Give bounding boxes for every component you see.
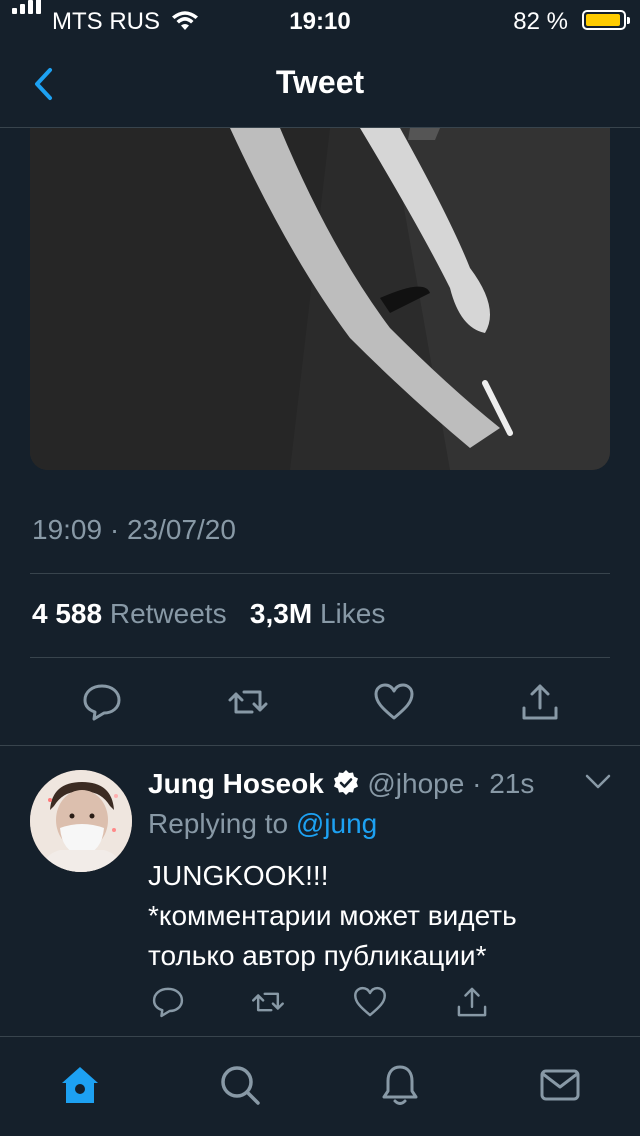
avatar[interactable] — [30, 770, 132, 872]
divider — [30, 573, 610, 574]
messages-icon[interactable] — [536, 1061, 584, 1109]
tweet-actions — [0, 680, 640, 724]
share-icon[interactable] — [518, 680, 562, 724]
chevron-down-icon[interactable] — [584, 772, 612, 792]
tweet-media-image[interactable] — [30, 128, 610, 470]
like-icon[interactable] — [352, 984, 388, 1020]
avatar-photo-icon — [30, 770, 132, 872]
replying-mention[interactable]: @jung — [296, 808, 377, 839]
retweet-icon[interactable] — [226, 680, 270, 724]
battery-icon — [582, 10, 630, 30]
retweet-icon[interactable] — [250, 984, 286, 1020]
retweets-label[interactable]: Retweets — [110, 598, 227, 629]
status-bar: MTS RUS 19:10 82 % — [0, 0, 640, 40]
reply-text-line: только автор публикации* — [148, 940, 487, 971]
verified-icon — [333, 770, 358, 795]
tab-bar — [0, 1036, 640, 1136]
retweets-count[interactable]: 4 588 — [32, 598, 102, 629]
replying-prefix: Replying to — [148, 808, 289, 839]
photo-hands-icon — [30, 128, 610, 470]
search-icon[interactable] — [216, 1061, 264, 1109]
reply-text-line: JUNGKOOK!!! — [148, 860, 329, 891]
tweet-stats: 4 588 Retweets 3,3M Likes — [32, 598, 385, 630]
share-icon[interactable] — [454, 984, 490, 1020]
like-icon[interactable] — [372, 680, 416, 724]
notifications-icon[interactable] — [376, 1061, 424, 1109]
reply-icon[interactable] — [80, 680, 124, 724]
nav-header: Tweet — [0, 40, 640, 128]
home-icon[interactable] — [56, 1061, 104, 1109]
reply-time: 21s — [489, 768, 535, 799]
likes-label[interactable]: Likes — [320, 598, 385, 629]
reply-actions — [0, 984, 640, 1024]
reply-author-handle[interactable]: @jhope — [367, 768, 464, 799]
divider — [0, 745, 640, 746]
page-title: Tweet — [275, 64, 365, 100]
battery-percent: 82 % — [513, 8, 568, 35]
reply-icon[interactable] — [150, 984, 186, 1020]
reply-author-name[interactable]: Jung Hoseok — [148, 768, 324, 799]
reply-body: JUNGKOOK!!! *комментарии может видеть то… — [148, 856, 598, 976]
tweet-timestamp: 19:09 · 23/07/20 — [32, 514, 236, 545]
likes-count[interactable]: 3,3M — [250, 598, 312, 629]
divider — [30, 657, 610, 658]
reply-text-line: *комментарии может видеть — [148, 900, 517, 931]
replying-to: Replying to @jung — [148, 808, 377, 840]
reply-header: Jung Hoseok @jhope · 21s — [148, 768, 535, 799]
